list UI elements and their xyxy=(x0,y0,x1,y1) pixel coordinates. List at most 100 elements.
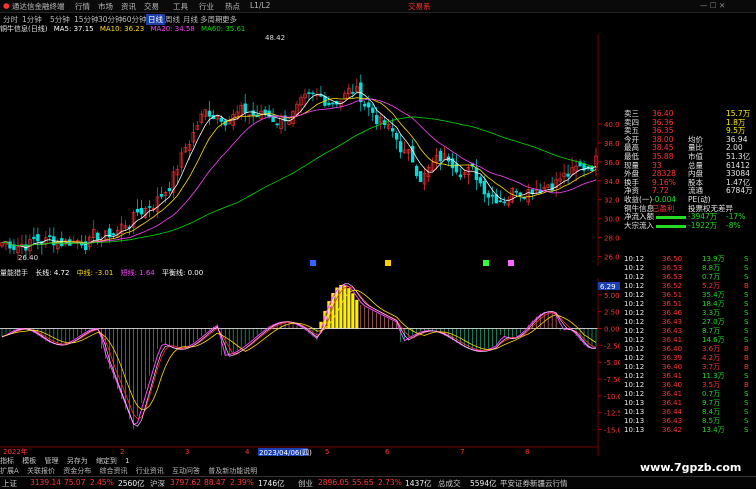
indicator-long-label: 长线: 4.72 xyxy=(35,269,70,277)
tick-side: S xyxy=(744,399,749,407)
date-cursor-label: 2023/04/06(四) xyxy=(259,449,312,456)
quote-label: 大宗流入 xyxy=(624,220,654,230)
tick-price: 36.40 xyxy=(662,345,683,353)
status-item: 总成交 xyxy=(438,479,461,488)
status-item: 沪深 xyxy=(150,479,165,488)
indicator-chart[interactable]: 5.00 2.50 0.00 -2.50 -5.00 -7.50 -10.00 -12.50 -… xyxy=(0,278,620,456)
tick-volume: 3.3万 xyxy=(702,309,721,317)
hist-bar xyxy=(351,293,355,329)
candle-body xyxy=(371,107,375,113)
ma20-line xyxy=(1,98,597,247)
menu-hotspot[interactable]: 热点 xyxy=(225,1,240,12)
indicator-current-value: 6.29 xyxy=(600,283,616,291)
tab-fund-dist[interactable]: 资金分布 xyxy=(63,467,91,475)
tick-side: B xyxy=(744,363,749,371)
tick-side: S xyxy=(744,273,749,281)
price-tick-label: 34.00 xyxy=(604,178,620,186)
histogram-group xyxy=(1,284,597,430)
tick-side: S xyxy=(744,417,749,425)
tab-lock[interactable]: 缩定到 xyxy=(96,457,117,465)
date-label: 4 xyxy=(245,448,250,456)
tick-row: 10:12 36.40 3.7万 B xyxy=(622,363,756,372)
status-item: 55.65 xyxy=(352,478,374,487)
indicator-legend: 量能猎手 长线: 4.72 中线: -3.01 短线: 1.64 平衡线: 0.… xyxy=(0,268,600,277)
quote-label2: -1922万 xyxy=(688,220,718,230)
tab-save-as[interactable]: 另存为 xyxy=(67,457,88,465)
tab-count[interactable]: 1 xyxy=(125,457,129,465)
tick-row: 10:13 36.43 8.5万 S xyxy=(622,417,756,426)
tab-feature-help[interactable]: 普及新功能说明 xyxy=(208,467,257,475)
menu-news[interactable]: 资讯 xyxy=(121,1,136,12)
high-price-label: 48.42 xyxy=(265,34,285,42)
status-item: 88.47 xyxy=(204,478,226,487)
tick-side: B xyxy=(744,345,749,353)
date-label: 6 xyxy=(385,448,390,456)
candle-body xyxy=(418,171,423,183)
indicator-tick-label: 0.00 xyxy=(604,326,620,334)
tab-related-quote[interactable]: 关联报价 xyxy=(27,467,55,475)
tab-ext-a[interactable]: 扩展A xyxy=(0,467,19,475)
tab-manage[interactable]: 管理 xyxy=(44,457,58,465)
candle-body xyxy=(514,191,518,193)
price-tick-label: 38.00 xyxy=(604,140,620,148)
quote-row: 大宗流入 -1922万 -8% xyxy=(622,220,756,231)
tick-list[interactable]: 10:12 36.50 13.9万 S 10:12 36.53 8.8万 S 10:12 36.5… xyxy=(622,255,756,455)
indicator-tick-label: -5.00 xyxy=(604,359,620,367)
tick-side: S xyxy=(744,291,749,299)
app-title: 通达信金融终端 xyxy=(12,2,65,11)
tick-row: 10:13 36.41 9.7万 S xyxy=(622,399,756,408)
indicator-line xyxy=(1,284,597,426)
indicator-tick-label: -10.00 xyxy=(604,393,620,401)
candle-body xyxy=(311,92,315,95)
info-tabs: 扩展A 关联报价 资金分布 综合资讯 行业资讯 互动问答 普及新功能说明 xyxy=(0,466,620,475)
tick-price: 36.42 xyxy=(662,426,683,434)
tick-price: 36.43 xyxy=(662,327,683,335)
date-label: 2022年 xyxy=(3,447,28,456)
menu-tools[interactable]: 工具 xyxy=(173,1,188,12)
tick-side: S xyxy=(744,426,749,434)
indicator-name[interactable]: 量能猎手 xyxy=(0,269,28,277)
price-tick-label: 26.00 xyxy=(604,254,620,262)
status-item: 2896.05 xyxy=(318,478,350,487)
tick-row: 10:12 36.41 14.6万 S xyxy=(622,336,756,345)
candle-body xyxy=(394,132,399,140)
date-axis: 2022年 2 3 4 5 6 7 8 2023/04/06(四) xyxy=(0,446,598,456)
price-tick-label: 32.00 xyxy=(604,197,620,205)
menu-level[interactable]: L1/L2 xyxy=(250,1,270,10)
menu-quotes[interactable]: 行情 xyxy=(75,1,90,12)
date-label: 2 xyxy=(120,448,124,456)
tab-indicator[interactable]: 指标 xyxy=(0,457,14,465)
window-controls[interactable]: — ☐ ✕ xyxy=(700,1,725,10)
tick-volume: 8.5万 xyxy=(702,417,721,425)
tick-price: 36.51 xyxy=(662,300,683,308)
candle-body xyxy=(367,102,371,108)
tick-side: S xyxy=(744,327,749,335)
indicator-short-label: 短线: 1.64 xyxy=(120,269,155,277)
candle-body xyxy=(243,103,247,113)
tick-volume: 35.4万 xyxy=(702,291,725,299)
candle-body xyxy=(251,110,255,116)
candle-body xyxy=(32,236,36,239)
menu-market[interactable]: 市场 xyxy=(98,1,113,12)
tab-template[interactable]: 模板 xyxy=(22,457,36,465)
candle-body xyxy=(502,201,507,204)
trade-button[interactable]: 交易系 xyxy=(408,1,431,12)
menu-trade[interactable]: 交易 xyxy=(144,1,159,12)
menu-industry[interactable]: 行业 xyxy=(199,1,214,12)
tick-volume: 18.4万 xyxy=(702,300,725,308)
flow-bar xyxy=(656,216,686,220)
tab-general-news[interactable]: 综合资讯 xyxy=(100,467,128,475)
ma20-label: MA20: 34.58 xyxy=(150,25,195,33)
tick-time: 10:12 xyxy=(624,345,645,353)
candle-body xyxy=(363,103,367,107)
tick-volume: 14.6万 xyxy=(702,336,725,344)
tick-row: 10:12 36.40 3.5万 B xyxy=(622,381,756,390)
indicator-line xyxy=(1,283,597,427)
tick-time: 10:12 xyxy=(624,255,645,263)
tick-volume: 9.7万 xyxy=(702,399,721,407)
tick-volume: 13.9万 xyxy=(702,255,725,263)
candlestick-chart[interactable]: 40.00 38.00 36.00 34.00 32.00 30.00 28.00 26.00… xyxy=(0,34,620,266)
tab-qa[interactable]: 互动问答 xyxy=(172,467,200,475)
tick-price: 36.44 xyxy=(662,408,683,416)
tab-industry-news[interactable]: 行业资讯 xyxy=(136,467,164,475)
